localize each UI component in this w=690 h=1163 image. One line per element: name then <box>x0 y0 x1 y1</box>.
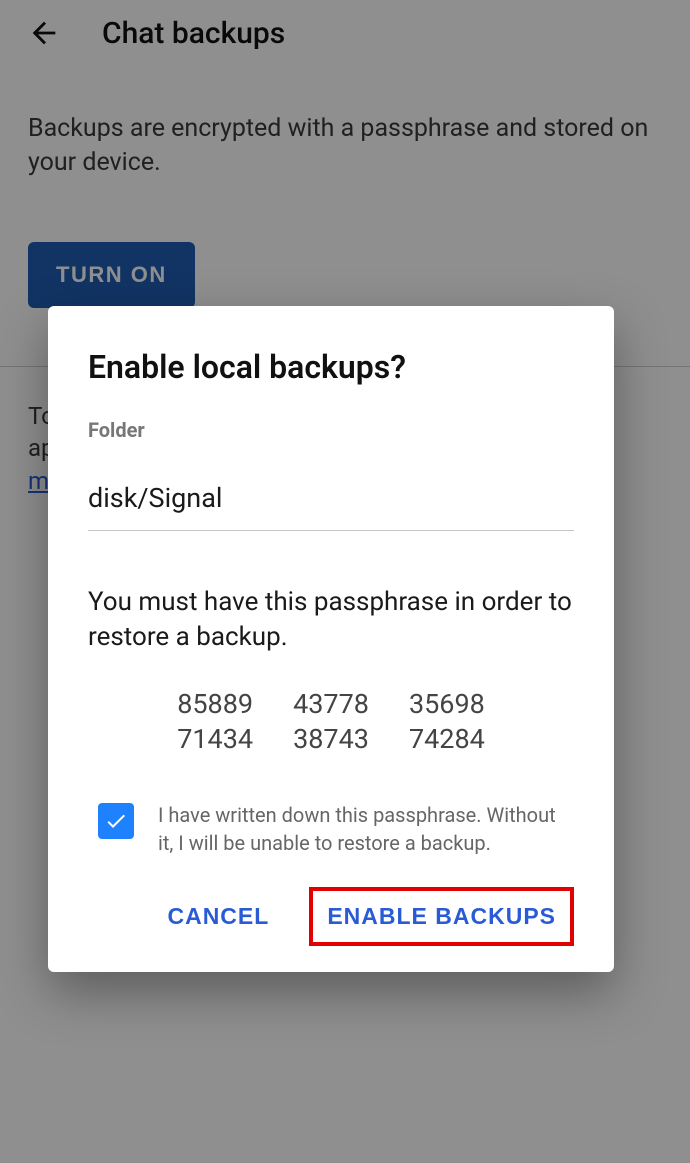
passphrase-chunk: 38743 <box>293 722 369 757</box>
cancel-button[interactable]: CANCEL <box>149 887 287 946</box>
passphrase-chunk: 74284 <box>409 722 485 757</box>
passphrase-chunk: 35698 <box>409 687 485 722</box>
passphrase-chunk: 71434 <box>177 722 253 757</box>
passphrase-instruction: You must have this passphrase in order t… <box>88 585 574 655</box>
folder-label: Folder <box>88 418 574 442</box>
confirm-checkbox[interactable] <box>98 803 134 839</box>
passphrase-display: 85889 71434 43778 38743 35698 74284 <box>88 687 574 757</box>
enable-backups-button[interactable]: ENABLE BACKUPS <box>327 903 556 930</box>
folder-value[interactable]: disk/Signal <box>88 482 574 531</box>
confirm-row: I have written down this passphrase. Wit… <box>88 801 574 857</box>
enable-backups-dialog: Enable local backups? Folder disk/Signal… <box>48 306 614 972</box>
confirm-label: I have written down this passphrase. Wit… <box>158 801 574 857</box>
passphrase-chunk: 43778 <box>293 687 369 722</box>
dialog-title: Enable local backups? <box>88 348 574 386</box>
passphrase-chunk: 85889 <box>177 687 253 722</box>
dialog-actions: CANCEL ENABLE BACKUPS <box>88 887 574 946</box>
enable-button-highlight: ENABLE BACKUPS <box>309 887 574 946</box>
